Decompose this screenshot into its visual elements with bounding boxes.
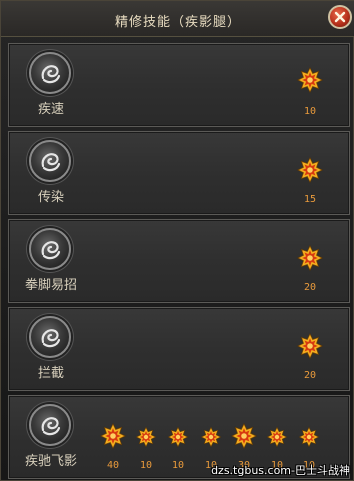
skill-level: 10 (303, 106, 317, 117)
star-burst-icon[interactable] (230, 422, 258, 450)
swirl-rune-icon[interactable] (29, 52, 71, 94)
skill-name: 传染 (37, 190, 64, 205)
skill-name: 疾速 (37, 102, 64, 117)
star-burst-icon[interactable] (135, 426, 157, 448)
skill-level: 15 (303, 194, 317, 205)
window-title: 精修技能（疾影腿） (114, 15, 241, 30)
star-burst-icon[interactable] (296, 66, 324, 94)
swirl-rune-icon[interactable] (29, 404, 71, 446)
swirl-rune-icon[interactable] (29, 316, 71, 358)
skill-row: 拳脚易招 20 (8, 219, 350, 303)
close-button[interactable] (328, 5, 352, 29)
skill-name: 拳脚易招 (24, 278, 77, 293)
star-burst-icon[interactable] (296, 332, 324, 360)
skill-refine-window: 精修技能（疾影腿） 疾速 10 传染 15 拳脚易招 20 拦截 20 疾驰飞影… (0, 0, 354, 481)
skill-row: 拦截 20 (8, 307, 350, 391)
skill-level: 40 (106, 460, 120, 471)
star-burst-icon[interactable] (167, 426, 189, 448)
star-burst-icon[interactable] (266, 426, 288, 448)
skill-row: 疾速 10 (8, 43, 350, 127)
skill-name: 疾驰飞影 (24, 454, 77, 469)
star-burst-icon[interactable] (200, 426, 222, 448)
watermark: dzs.tgbus.com-巴士斗战神 (211, 464, 350, 477)
close-icon (334, 11, 346, 23)
swirl-rune-icon[interactable] (29, 228, 71, 270)
skill-name: 拦截 (37, 366, 64, 381)
skill-level: 10 (171, 460, 185, 471)
skill-level: 10 (139, 460, 153, 471)
skill-level: 20 (303, 370, 317, 381)
star-burst-icon[interactable] (99, 422, 127, 450)
skill-level: 20 (303, 282, 317, 293)
swirl-rune-icon[interactable] (29, 140, 71, 182)
title-bar: 精修技能（疾影腿） (1, 1, 354, 37)
star-burst-icon[interactable] (296, 244, 324, 272)
star-burst-icon[interactable] (298, 426, 320, 448)
star-burst-icon[interactable] (296, 156, 324, 184)
skill-row: 传染 15 (8, 131, 350, 215)
